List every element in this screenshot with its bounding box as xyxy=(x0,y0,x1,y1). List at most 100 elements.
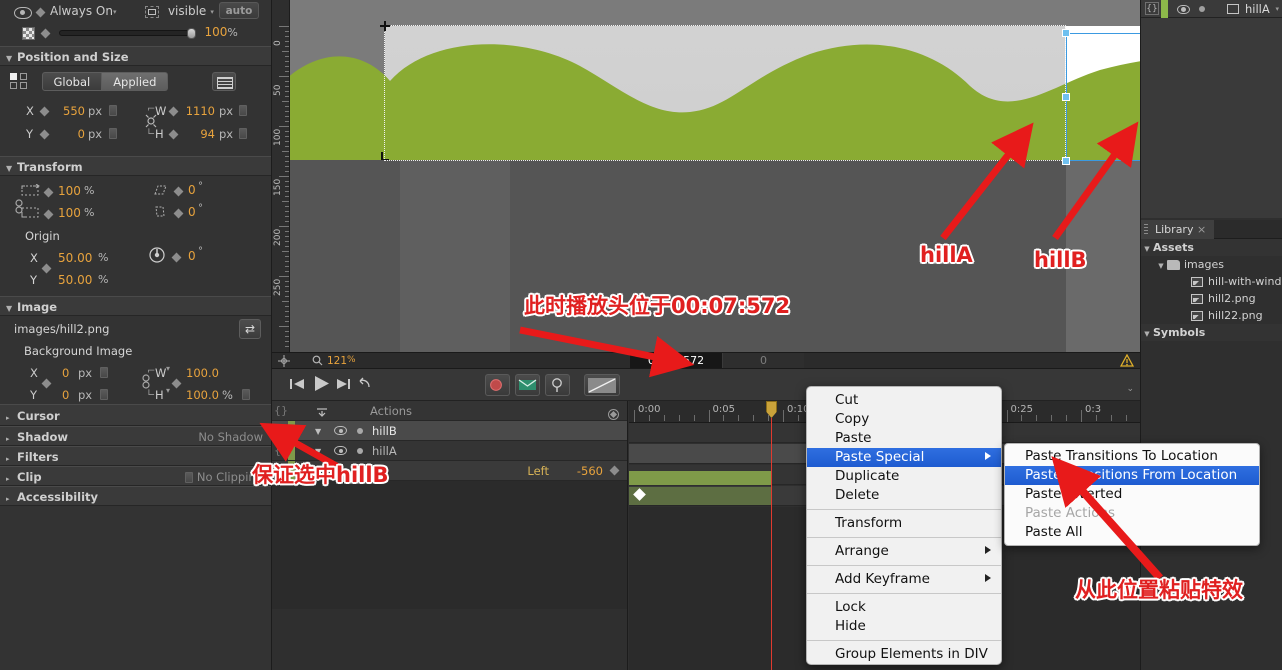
menu-item-paste-special[interactable]: Paste Special xyxy=(807,448,1001,467)
applied-button[interactable]: Applied xyxy=(102,72,169,91)
bg-h-value[interactable]: 100.0 xyxy=(186,388,219,402)
canvas-area[interactable]: 0 50 100 150 200 250 121 % 00:07.572 0 xyxy=(272,0,1140,368)
keyframe-diamond-h[interactable] xyxy=(168,129,179,140)
bg-x-stepper[interactable] xyxy=(100,367,108,378)
playhead-line[interactable] xyxy=(771,401,772,670)
menu-item-copy[interactable]: Copy xyxy=(807,410,1001,429)
disclosure-triangle-icon[interactable]: ▼ xyxy=(6,49,17,69)
keyframe-diamond-left[interactable] xyxy=(609,465,620,476)
bg-y-stepper[interactable] xyxy=(100,389,108,400)
current-time-display[interactable]: 00:07.572 xyxy=(630,353,722,368)
track-bar-left[interactable] xyxy=(629,487,771,505)
selection-corner-handle-tl[interactable] xyxy=(380,21,390,31)
close-icon[interactable]: × xyxy=(1197,223,1206,236)
visible-value[interactable]: visible xyxy=(168,4,206,18)
eye-icon[interactable] xyxy=(334,426,347,435)
code-icon[interactable]: {} xyxy=(274,441,288,461)
vertical-ruler[interactable]: 0 50 100 150 200 250 xyxy=(272,0,290,352)
section-accessibility[interactable]: ▸ Accessibility xyxy=(0,486,271,506)
keyframe-diamond-scaleh[interactable] xyxy=(43,209,54,219)
menu-item-delete[interactable]: Delete xyxy=(807,486,1001,505)
timeline-options-caret-icon[interactable]: ⌄ xyxy=(1126,384,1134,394)
menu-item-group-elements-in-div[interactable]: Group Elements in DIV xyxy=(807,645,1001,664)
h-value[interactable]: 94 xyxy=(183,127,215,141)
keyframe-diamond-bgsize[interactable] xyxy=(171,378,182,389)
timeline-row-label[interactable]: hillA xyxy=(372,441,397,461)
origin-x-value[interactable]: 50.00 xyxy=(58,251,92,265)
timeline-row-label[interactable]: hillB xyxy=(372,421,397,441)
keyframe-mode-icon[interactable] xyxy=(608,406,619,420)
disclosure-triangle-icon[interactable]: ▸ xyxy=(6,449,17,469)
panel-grip-icon[interactable] xyxy=(1144,224,1148,235)
section-transform[interactable]: ▼ Transform xyxy=(0,156,271,176)
go-to-end-icon[interactable] xyxy=(336,377,352,394)
w-stepper[interactable] xyxy=(239,105,247,116)
easing-editor-button[interactable] xyxy=(584,374,620,396)
play-icon[interactable] xyxy=(313,375,331,395)
always-on-value[interactable]: Always On xyxy=(50,4,113,18)
h-stepper[interactable] xyxy=(239,128,247,139)
menu-item-cut[interactable]: Cut xyxy=(807,391,1001,410)
selection-corner-handle-bl[interactable] xyxy=(381,152,389,160)
menu-item-hide[interactable]: Hide xyxy=(807,617,1001,636)
bg-size-stepper[interactable] xyxy=(242,389,250,400)
keyframe-diamond-skewy[interactable] xyxy=(173,208,184,218)
menu-item-transform[interactable]: Transform xyxy=(807,514,1001,533)
library-tree-item[interactable]: hill-with-wind xyxy=(1141,273,1282,290)
record-keyframes-button[interactable] xyxy=(485,374,510,396)
disclosure-triangle-icon[interactable]: ▸ xyxy=(6,489,17,509)
section-cursor[interactable]: ▸ Cursor auto xyxy=(0,2,271,429)
section-image[interactable]: ▼ Image xyxy=(0,296,271,316)
timeline-property-row-left[interactable]: Left -560 xyxy=(272,461,627,481)
selection-handle-bottom[interactable] xyxy=(1062,157,1070,165)
keyframe-diamond-display[interactable] xyxy=(35,7,45,17)
element-list-body[interactable] xyxy=(1141,18,1282,218)
replace-image-button[interactable]: ⇄ xyxy=(239,319,261,339)
undo-icon[interactable] xyxy=(358,376,372,393)
keyframe-diamond-x[interactable] xyxy=(39,106,50,117)
bg-x-value[interactable]: 0 xyxy=(62,366,69,380)
transition-mode-button[interactable] xyxy=(515,374,540,396)
element-menu-caret-icon[interactable]: ▾ xyxy=(1275,5,1279,13)
opacity-value[interactable]: 100 xyxy=(205,25,228,39)
cursor-auto-button[interactable]: auto xyxy=(219,2,259,19)
context-submenu-paste-special[interactable]: Paste Transitions To Location Paste Trans… xyxy=(1004,443,1260,546)
keyframe-diamond-origin[interactable] xyxy=(41,263,52,273)
disclosure-triangle-icon[interactable]: ▼ xyxy=(315,422,321,442)
code-icon[interactable]: {} xyxy=(1145,2,1159,15)
disclosure-triangle-icon[interactable]: ▸ xyxy=(6,469,17,489)
section-filters[interactable]: ▸ Filters xyxy=(0,446,271,466)
section-position-size[interactable]: ▼ Position and Size xyxy=(0,46,271,66)
eye-icon[interactable] xyxy=(334,446,347,455)
menu-item-paste[interactable]: Paste xyxy=(807,429,1001,448)
selection-handle-top[interactable] xyxy=(1062,29,1070,37)
disclosure-triangle-icon[interactable]: ▸ xyxy=(6,407,17,429)
metrics-options-button[interactable] xyxy=(211,72,236,91)
go-to-start-icon[interactable] xyxy=(290,377,306,394)
stage[interactable] xyxy=(290,0,1140,352)
keyframe-diamond-opacity[interactable] xyxy=(40,28,50,38)
timeline-actions-row[interactable]: {} Actions xyxy=(272,401,627,421)
keyframe-diamond-bgpos[interactable] xyxy=(41,378,52,389)
skew-y-value[interactable]: 0 xyxy=(188,205,196,219)
lock-dot-icon[interactable] xyxy=(357,428,363,434)
w-value[interactable]: 1110 xyxy=(183,104,215,118)
track-bar-hillA[interactable] xyxy=(629,471,771,485)
pan-tool-icon[interactable] xyxy=(278,355,290,367)
scale-width-value[interactable]: 100 xyxy=(58,184,81,198)
zoom-level[interactable]: 121 xyxy=(327,355,347,367)
disclosure-triangle-icon[interactable]: ▼ xyxy=(1141,241,1153,258)
clip-stepper[interactable] xyxy=(184,472,193,483)
tab-library[interactable]: Library × xyxy=(1141,220,1215,239)
lock-dot-icon[interactable] xyxy=(357,448,363,454)
disclosure-triangle-icon[interactable]: ▼ xyxy=(1155,258,1167,275)
section-shadow[interactable]: ▸ Shadow No Shadow xyxy=(0,426,271,446)
anchor-point-icon[interactable] xyxy=(10,72,30,91)
menu-item-add-keyframe[interactable]: Add Keyframe xyxy=(807,570,1001,589)
timeline-row-hillA[interactable]: {} ▼ hillA xyxy=(272,441,627,461)
keyframe-diamond-y[interactable] xyxy=(39,129,50,140)
menu-item-duplicate[interactable]: Duplicate xyxy=(807,467,1001,486)
context-menu[interactable]: Cut Copy Paste Paste Special Duplicate Delete… xyxy=(806,386,1002,665)
library-tree-item[interactable]: ▼ Symbols xyxy=(1141,324,1282,341)
element-name[interactable]: hillA xyxy=(1245,2,1270,16)
